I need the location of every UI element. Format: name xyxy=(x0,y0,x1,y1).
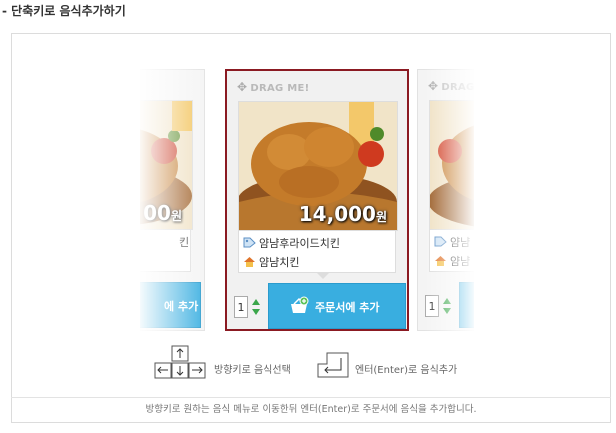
store-name-row: 얌냠 xyxy=(434,253,470,269)
food-name-row: 얌냠후라이드치킨 xyxy=(243,235,340,251)
food-photo xyxy=(429,100,474,230)
food-name-row: 얌냠 xyxy=(434,234,470,250)
food-price: 00원 xyxy=(143,201,182,225)
add-to-order-button[interactable]: 에 추가 xyxy=(140,282,201,328)
add-to-order-button[interactable]: 주문서에 추가 xyxy=(268,283,406,329)
quantity-stepper[interactable] xyxy=(251,298,261,316)
enter-key-hint: 엔터(Enter)로 음식추가 xyxy=(355,365,458,376)
food-info: 킨 xyxy=(140,229,191,272)
quantity-stepper[interactable] xyxy=(442,297,452,315)
food-carousel: 00원 킨 에 추가 ✥ DRAG ME! 14,000원 얌냠후라이드치킨 얌… xyxy=(140,69,474,331)
footer-instructions: 방향키로 원하는 음식 메뉴로 이동한뒤 엔터(Enter)로 주문서에 음식을… xyxy=(145,404,477,415)
arrow-keys-icon xyxy=(154,345,206,379)
arrow-keys-hint: 방향키로 음식선택 xyxy=(214,365,291,376)
food-card-next[interactable]: ✥ DRAG 얌냠 얌냠 1 xyxy=(417,69,474,331)
food-card-prev[interactable]: 00원 킨 에 추가 xyxy=(140,69,205,331)
food-name: 킨 xyxy=(179,236,190,249)
quantity-input[interactable]: 1 xyxy=(234,296,248,318)
food-photo: 14,000원 xyxy=(238,101,398,231)
move-icon: ✥ xyxy=(237,80,248,94)
store-name: 얌냠치킨 xyxy=(259,256,300,269)
quantity-input[interactable]: 1 xyxy=(425,295,439,317)
store-name-row: 얌냠치킨 xyxy=(243,254,299,270)
footer-divider xyxy=(11,397,611,398)
add-to-order-button[interactable] xyxy=(459,282,474,328)
store-name: 얌냠 xyxy=(450,255,471,268)
food-name: 얌냠후라이드치킨 xyxy=(259,237,340,250)
enter-key-icon xyxy=(317,352,349,378)
drag-handle[interactable]: ✥ DRAG ME! xyxy=(237,80,310,94)
food-name: 얌냠 xyxy=(450,236,471,249)
house-icon xyxy=(244,257,255,267)
card-pointer xyxy=(317,273,329,279)
page-heading: - 단축키로 음식추가하기 xyxy=(2,4,126,18)
food-info: 얌냠 얌냠 xyxy=(429,229,474,272)
house-icon xyxy=(435,256,446,266)
drag-handle[interactable]: ✥ DRAG xyxy=(428,79,474,93)
fried-chicken-image xyxy=(430,101,474,229)
tag-icon xyxy=(434,236,447,247)
food-price: 14,000원 xyxy=(298,202,387,226)
move-icon: ✥ xyxy=(428,79,439,93)
food-photo: 00원 xyxy=(140,100,193,230)
basket-plus-icon xyxy=(291,296,309,313)
food-info: 얌냠후라이드치킨 얌냠치킨 xyxy=(238,230,396,273)
food-card-selected[interactable]: ✥ DRAG ME! 14,000원 얌냠후라이드치킨 얌냠치킨 1 주문서에 … xyxy=(225,69,409,331)
tag-icon xyxy=(243,237,256,248)
